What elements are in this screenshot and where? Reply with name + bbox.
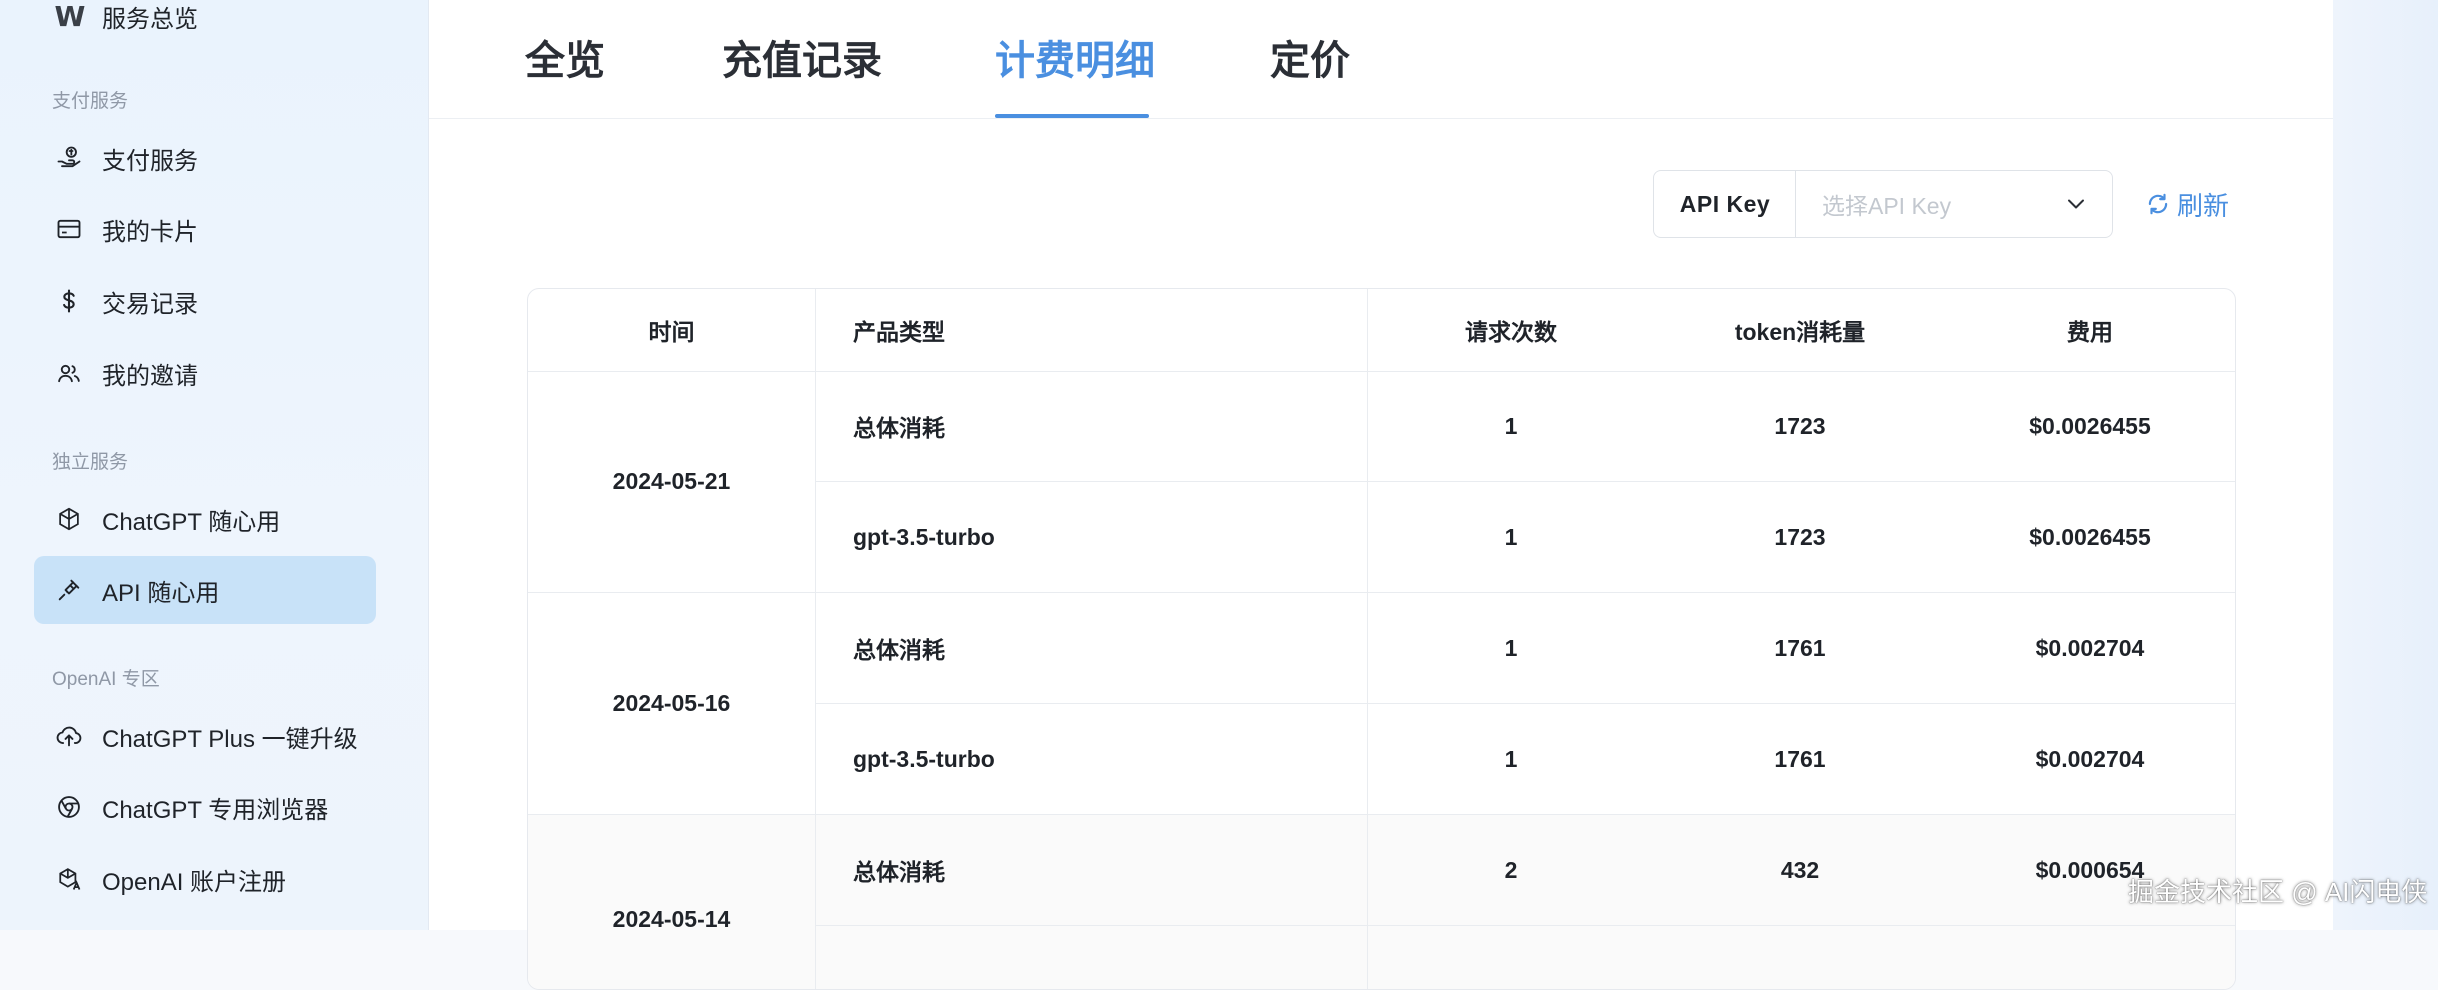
- requests-cell: 1: [1504, 412, 1518, 439]
- page-background-right: [2333, 0, 2438, 930]
- api-key-label: API Key: [1653, 170, 1796, 238]
- tab-recharge-records[interactable]: 充值记录: [722, 28, 882, 86]
- date-cell: 2024-05-21: [612, 468, 731, 494]
- tab-pricing[interactable]: 定价: [1270, 28, 1350, 86]
- brand-logo-icon: W: [54, 0, 86, 33]
- cost-cell: $0.002704: [2035, 634, 2145, 661]
- sidebar-item-label: 支付服务: [102, 147, 198, 175]
- sidebar-section-title: OpenAI 专区: [52, 669, 160, 690]
- sidebar-item-label: 我的邀请: [102, 362, 198, 390]
- date-cell: 2024-05-14: [612, 905, 731, 932]
- sidebar-item-label: ChatGPT 随心用: [102, 508, 281, 536]
- cost-cell: $0.0026455: [2029, 412, 2151, 439]
- refresh-label: 刷新: [2177, 190, 2230, 221]
- tokens-cell: 1723: [1774, 412, 1826, 439]
- refresh-button[interactable]: 刷新: [2145, 186, 2229, 222]
- sidebar-section-title: 独立服务: [52, 452, 129, 473]
- sidebar-item-invites[interactable]: 我的邀请: [34, 339, 376, 407]
- plug-icon: [54, 575, 84, 605]
- sidebar-item-label: 服务总览: [102, 5, 198, 33]
- sidebar-item-label: OpenAI 账户注册: [102, 868, 287, 896]
- tokens-cell: 1761: [1774, 745, 1826, 772]
- dollar-icon: [54, 286, 84, 316]
- sidebar: W 服务总览 支付服务 支付服务 我的卡片 交易记录 我的邀请 独立服务 Cha…: [0, 0, 429, 930]
- column-divider: [815, 289, 816, 989]
- users-icon: [54, 358, 84, 388]
- column-header-cost: 费用: [2067, 319, 2113, 345]
- product-cell: gpt-3.5-turbo: [853, 745, 995, 772]
- column-header-tokens: token消耗量: [1734, 319, 1866, 345]
- credit-card-icon: [54, 214, 84, 244]
- tokens-cell: 1723: [1774, 523, 1826, 550]
- tokens-cell: 432: [1780, 856, 1820, 883]
- product-cell: gpt-3.5-turbo: [853, 523, 995, 550]
- hand-coin-icon: [54, 143, 84, 173]
- product-cell: 总体消耗: [853, 415, 945, 441]
- row-divider: [815, 925, 2235, 926]
- tab-bar: 全览 充值记录 计费明细 定价: [429, 0, 2333, 119]
- requests-cell: 1: [1504, 745, 1518, 772]
- date-cell: 2024-05-16: [612, 690, 731, 716]
- cost-cell: $0.002704: [2035, 745, 2145, 772]
- sidebar-section-title: 支付服务: [52, 91, 129, 112]
- sidebar-item-label: API 随心用: [102, 579, 220, 607]
- refresh-icon: [2148, 193, 2168, 215]
- api-key-select-placeholder: 选择API Key: [1822, 193, 1952, 219]
- openai-account-icon: [54, 864, 84, 894]
- sidebar-item-label: ChatGPT Plus 一键升级: [102, 725, 358, 753]
- browser-icon: [54, 792, 84, 822]
- billing-table: 时间 产品类型 请求次数 token消耗量 费用 2024-05-21 总体消耗…: [527, 288, 2236, 990]
- product-cell: 总体消耗: [853, 859, 945, 885]
- sidebar-item-chatgpt[interactable]: ChatGPT 随心用: [34, 485, 376, 553]
- active-tab-indicator: [995, 114, 1149, 118]
- sidebar-item-label: 交易记录: [102, 290, 198, 318]
- sidebar-item-api[interactable]: API 随心用: [34, 556, 376, 624]
- sidebar-item-plus-upgrade[interactable]: ChatGPT Plus 一键升级: [34, 702, 376, 770]
- sidebar-item-browser[interactable]: ChatGPT 专用浏览器: [34, 773, 376, 841]
- api-key-select[interactable]: 选择API Key: [1795, 170, 2113, 238]
- product-cell: 总体消耗: [853, 637, 945, 663]
- column-header-time: 时间: [648, 319, 695, 345]
- cloud-upload-icon: [54, 721, 84, 751]
- cost-cell: $0.0026455: [2029, 523, 2151, 550]
- sidebar-item-cards[interactable]: 我的卡片: [34, 195, 376, 263]
- chevron-down-icon: [2064, 192, 2088, 216]
- sidebar-item-overview[interactable]: W 服务总览: [34, 0, 376, 50]
- column-header-product: 产品类型: [853, 319, 945, 345]
- watermark: 掘金技术社区 @ AI闪电侠: [2128, 877, 2428, 907]
- sidebar-item-label: 我的卡片: [102, 218, 198, 246]
- sidebar-item-payment[interactable]: 支付服务: [34, 124, 376, 192]
- tokens-cell: 1761: [1774, 634, 1826, 661]
- sidebar-item-label: ChatGPT 专用浏览器: [102, 796, 329, 824]
- tab-overview[interactable]: 全览: [525, 28, 605, 86]
- sidebar-item-transactions[interactable]: 交易记录: [34, 267, 376, 335]
- requests-cell: 1: [1504, 523, 1518, 550]
- requests-cell: 1: [1504, 634, 1518, 661]
- openai-icon: [54, 504, 84, 534]
- requests-cell: 2: [1504, 856, 1518, 883]
- api-key-filter: API Key 选择API Key: [1653, 170, 2438, 238]
- tab-billing-details[interactable]: 计费明细: [995, 28, 1155, 86]
- column-header-requests: 请求次数: [1465, 319, 1557, 345]
- sidebar-item-openai-register[interactable]: OpenAI 账户注册: [34, 845, 376, 913]
